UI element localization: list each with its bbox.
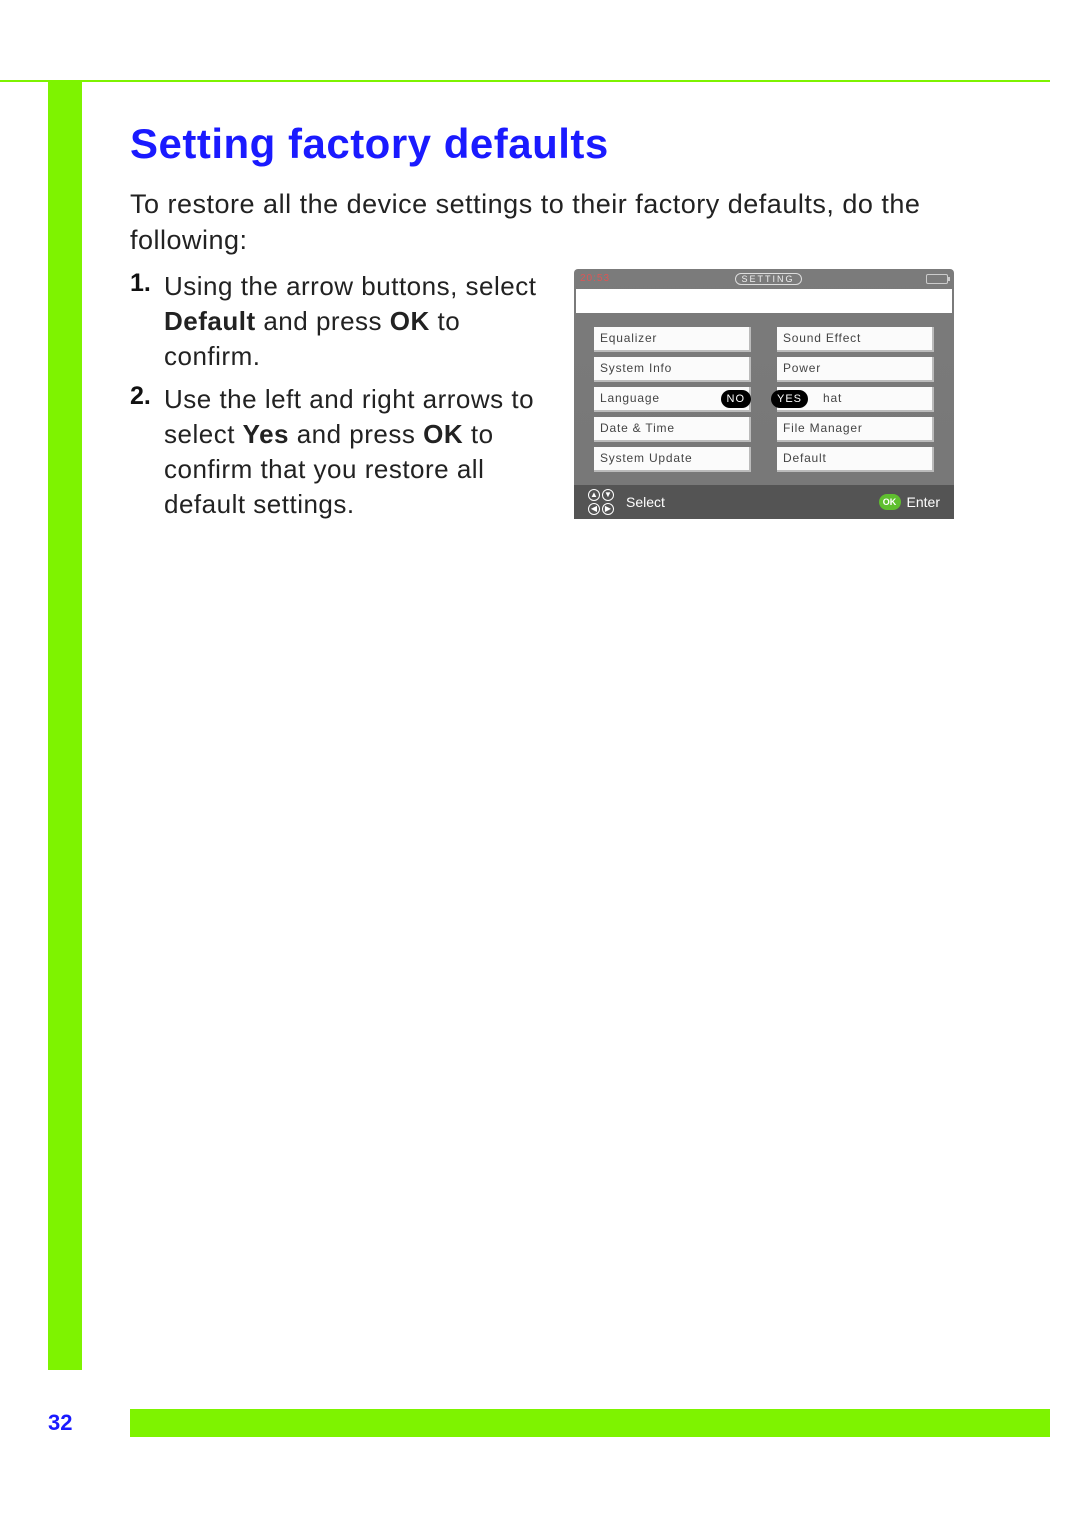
- bold-term: Default: [164, 306, 256, 336]
- dpad-icon: ▲▼◀▶: [588, 489, 614, 515]
- intro-paragraph: To restore all the device settings to th…: [130, 186, 1000, 259]
- manual-page: Setting factory defaults To restore all …: [0, 0, 1080, 1529]
- menu-tab-file-manager: File Manager: [777, 417, 934, 442]
- device-title-pill: SETTING: [735, 273, 802, 285]
- step-text: Using the arrow buttons, select Default …: [164, 269, 560, 374]
- device-header: 20:53 SETTING: [574, 269, 954, 289]
- text-fragment: and press: [289, 419, 423, 449]
- menu-tab-equalizer: Equalizer: [594, 327, 751, 352]
- dialog-yes-pill: YES: [771, 390, 808, 408]
- ok-button-icon: OK: [879, 494, 901, 510]
- side-green-bar: [48, 80, 82, 1370]
- menu-tab-system-update: System Update: [594, 447, 751, 472]
- menu-tab-sound-effect: Sound Effect: [777, 327, 934, 352]
- footer-left: ▲▼◀▶ Select: [588, 489, 665, 515]
- device-screenshot: 20:53 SETTING Equalizer Sound Effect Sys…: [574, 269, 954, 519]
- page-number: 32: [48, 1410, 130, 1436]
- footer-green-bar: [130, 1409, 1050, 1437]
- footer-select-label: Select: [626, 494, 665, 510]
- menu-tab-date-time: Date & Time: [594, 417, 751, 442]
- menu-tab-label: Language: [600, 391, 660, 405]
- menu-tab-system-info: System Info: [594, 357, 751, 382]
- battery-icon: [926, 274, 948, 284]
- page-footer: 32: [48, 1409, 1050, 1437]
- step-number: 2.: [130, 382, 164, 522]
- step-text: Use the left and right arrows to select …: [164, 382, 560, 522]
- menu-tab-language: Language NO: [594, 387, 751, 412]
- device-white-strip: [576, 289, 952, 313]
- top-rule: [0, 80, 1050, 82]
- device-clock: 20:53: [580, 273, 610, 284]
- step-item: 1. Using the arrow buttons, select Defau…: [130, 269, 560, 374]
- footer-right: OK Enter: [879, 494, 940, 510]
- menu-tab-label: hat: [823, 391, 842, 405]
- device-menu-grid: Equalizer Sound Effect System Info Power…: [574, 313, 954, 478]
- steps-list: 1. Using the arrow buttons, select Defau…: [130, 269, 560, 531]
- bold-term: Yes: [243, 419, 289, 449]
- two-column-layout: 1. Using the arrow buttons, select Defau…: [130, 269, 1000, 531]
- content-area: Setting factory defaults To restore all …: [130, 120, 1000, 531]
- bold-term: OK: [390, 306, 430, 336]
- dialog-no-pill: NO: [721, 390, 752, 408]
- step-item: 2. Use the left and right arrows to sele…: [130, 382, 560, 522]
- bold-term: OK: [423, 419, 463, 449]
- section-heading: Setting factory defaults: [130, 120, 1000, 168]
- menu-tab-power: Power: [777, 357, 934, 382]
- menu-tab-format: YES hat: [777, 387, 934, 412]
- text-fragment: and press: [256, 306, 390, 336]
- step-number: 1.: [130, 269, 164, 374]
- device-footer: ▲▼◀▶ Select OK Enter: [574, 485, 954, 519]
- footer-enter-label: Enter: [907, 494, 940, 510]
- menu-tab-default: Default: [777, 447, 934, 472]
- text-fragment: Using the arrow buttons, select: [164, 271, 536, 301]
